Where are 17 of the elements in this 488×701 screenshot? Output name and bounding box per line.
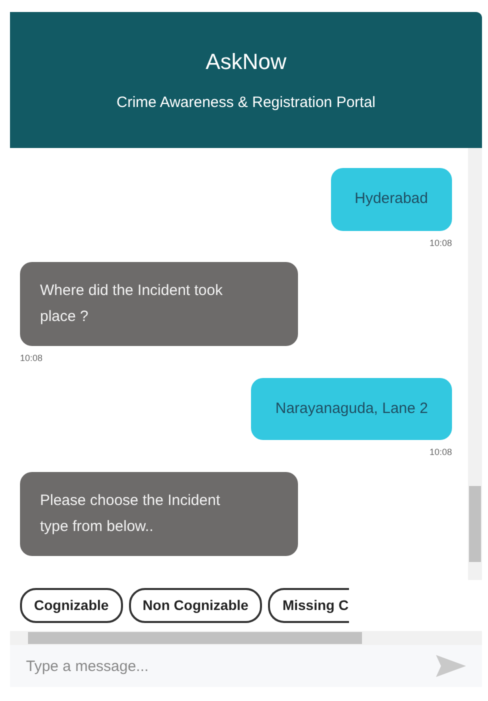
- message-input[interactable]: Type a message...: [10, 645, 432, 687]
- message-bubble: Hyderabad: [330, 168, 452, 230]
- app-subtitle: Crime Awareness & Registration Portal: [116, 93, 376, 114]
- message-bubble: Narayanaguda, Lane 2: [251, 378, 452, 440]
- message-bubble: Please choose the Incident type from below..: [20, 472, 298, 556]
- send-button[interactable]: [432, 645, 482, 687]
- send-icon: [436, 655, 466, 677]
- horizontal-scrollbar[interactable]: [10, 631, 482, 645]
- quick-reply-button[interactable]: Non Cognizable: [128, 588, 262, 623]
- message-bubble: Where did the Incident took place ?: [20, 262, 298, 346]
- app-title: AskNow: [206, 48, 286, 76]
- message-time: 10:08: [20, 352, 43, 365]
- quick-reply-button[interactable]: Missing C: [268, 588, 349, 623]
- vertical-scrollbar[interactable]: [468, 148, 482, 580]
- quick-reply-button[interactable]: Cognizable: [20, 588, 123, 623]
- message-time: 10:08: [429, 446, 452, 459]
- message-time: 10:08: [429, 236, 452, 250]
